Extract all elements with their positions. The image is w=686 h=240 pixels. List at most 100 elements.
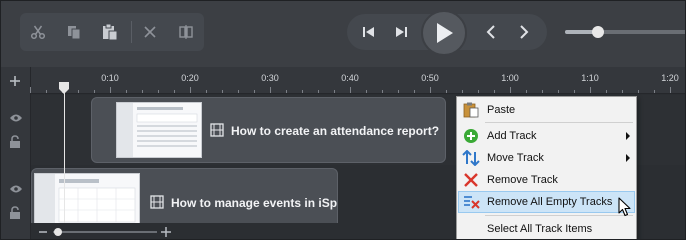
menu-item-label: Paste (487, 104, 516, 116)
clip-button-group (132, 13, 204, 51)
editor-window: 0:10 0:20 0:30 0:40 0:50 1:00 1:10 1:20 (0, 0, 686, 240)
zoom-slider[interactable] (565, 26, 685, 38)
ruler-tick (110, 87, 111, 93)
tick-label: 0:10 (101, 73, 119, 83)
ruler-tick (654, 90, 655, 93)
tick-label: 1:00 (501, 73, 519, 83)
next-icon (520, 25, 529, 39)
ruler-tick (46, 90, 47, 93)
toolbar (1, 1, 685, 67)
ruler-tick (366, 90, 367, 93)
zoom-in-icon[interactable] (161, 227, 171, 237)
add-circle-icon (458, 125, 484, 147)
time-ruler[interactable]: 0:10 0:20 0:30 0:40 0:50 1:00 1:10 1:20 (30, 67, 685, 94)
tick-label: 0:50 (421, 73, 439, 83)
ruler-tick (542, 90, 543, 93)
step-back-button[interactable] (351, 13, 387, 51)
film-icon (150, 195, 164, 209)
menu-item-move-track[interactable]: Move Track (458, 147, 635, 169)
ruler-tick (142, 90, 143, 93)
ruler-tick (398, 90, 399, 93)
submenu-arrow-icon (626, 154, 630, 162)
ruler-tick (494, 90, 495, 93)
move-arrows-icon (458, 147, 484, 169)
clip-thumbnail (34, 173, 140, 229)
ruler-tick (558, 90, 559, 93)
step-back-icon (363, 27, 374, 37)
ruler-tick (382, 90, 383, 93)
clip-thumbnail (116, 102, 202, 158)
ruler-tick (302, 90, 303, 93)
ruler-tick (590, 87, 591, 93)
ruler-tick (350, 87, 351, 93)
timeline-zoom-slider[interactable] (53, 228, 157, 236)
scissors-icon (30, 25, 46, 40)
ruler-tick (126, 90, 127, 93)
context-menu: Paste Add Track Move Track Remove Track … (456, 96, 637, 239)
zoom-out-icon[interactable] (39, 228, 47, 236)
ruler-tick (238, 90, 239, 93)
clip-title: How to create an attendance report? (231, 124, 440, 138)
lock-icon[interactable] (9, 206, 21, 220)
ruler-tick (334, 90, 335, 93)
step-forward-button[interactable] (383, 13, 419, 51)
paste-button[interactable] (92, 13, 128, 51)
timeline-zoom-thumb[interactable] (54, 228, 62, 236)
ruler-tick (174, 90, 175, 93)
ruler-tick (94, 90, 95, 93)
menu-item-remove-all-empty-tracks[interactable]: Remove All Empty Tracks (458, 191, 635, 213)
ruler-tick (30, 87, 31, 93)
playhead-line[interactable] (64, 87, 65, 233)
menu-item-label: Remove All Empty Tracks (487, 196, 613, 208)
add-track-icon[interactable] (9, 75, 21, 87)
paste-icon (458, 99, 484, 121)
menu-item-label: Select All Track Items (487, 223, 593, 235)
previous-button[interactable] (473, 13, 509, 51)
ruler-tick (270, 87, 271, 93)
eye-icon[interactable] (9, 113, 23, 123)
edit-button-group (20, 13, 148, 51)
timeline-zoom-bar (31, 223, 341, 239)
playhead-handle[interactable] (57, 81, 71, 95)
step-forward-icon (396, 27, 407, 37)
media-clip[interactable]: How to create an attendance report? (91, 97, 446, 163)
ruler-tick (462, 90, 463, 93)
tick-label: 1:20 (661, 73, 679, 83)
zoom-slider-thumb[interactable] (591, 26, 604, 38)
playback-controls (347, 10, 547, 56)
menu-item-icon-spacer (458, 218, 484, 239)
play-icon (437, 23, 453, 43)
ruler-tick (254, 90, 255, 93)
ruler-tick (510, 87, 511, 93)
menu-item-select-all-track-items[interactable]: Select All Track Items (458, 218, 635, 239)
ruler-tick (478, 90, 479, 93)
ruler-tick (414, 90, 415, 93)
ruler-tick (670, 87, 671, 93)
menu-separator (485, 122, 633, 123)
film-icon (210, 123, 224, 137)
submenu-arrow-icon (626, 132, 630, 140)
track-header-column (1, 67, 31, 239)
ruler-tick (574, 90, 575, 93)
tick-label: 0:30 (261, 73, 279, 83)
menu-item-add-track[interactable]: Add Track (458, 125, 635, 147)
ruler-tick (206, 90, 207, 93)
menu-item-paste[interactable]: Paste (458, 99, 635, 121)
tick-label: 0:40 (341, 73, 359, 83)
ruler-tick (190, 87, 191, 93)
paste-icon (103, 23, 118, 41)
delete-button[interactable] (132, 13, 168, 51)
ruler-tick (606, 90, 607, 93)
cut-button[interactable] (20, 13, 56, 51)
menu-item-remove-track[interactable]: Remove Track (458, 169, 635, 191)
remove-empty-tracks-icon (459, 191, 485, 213)
x-icon (144, 26, 156, 38)
copy-button[interactable] (56, 13, 92, 51)
ruler-tick (78, 90, 79, 93)
clip-title: How to manage events in iSp (171, 196, 338, 210)
lock-icon[interactable] (9, 135, 21, 149)
play-button[interactable] (421, 10, 467, 56)
next-button[interactable] (506, 13, 542, 51)
eye-icon[interactable] (9, 184, 23, 194)
split-button[interactable] (168, 13, 204, 51)
